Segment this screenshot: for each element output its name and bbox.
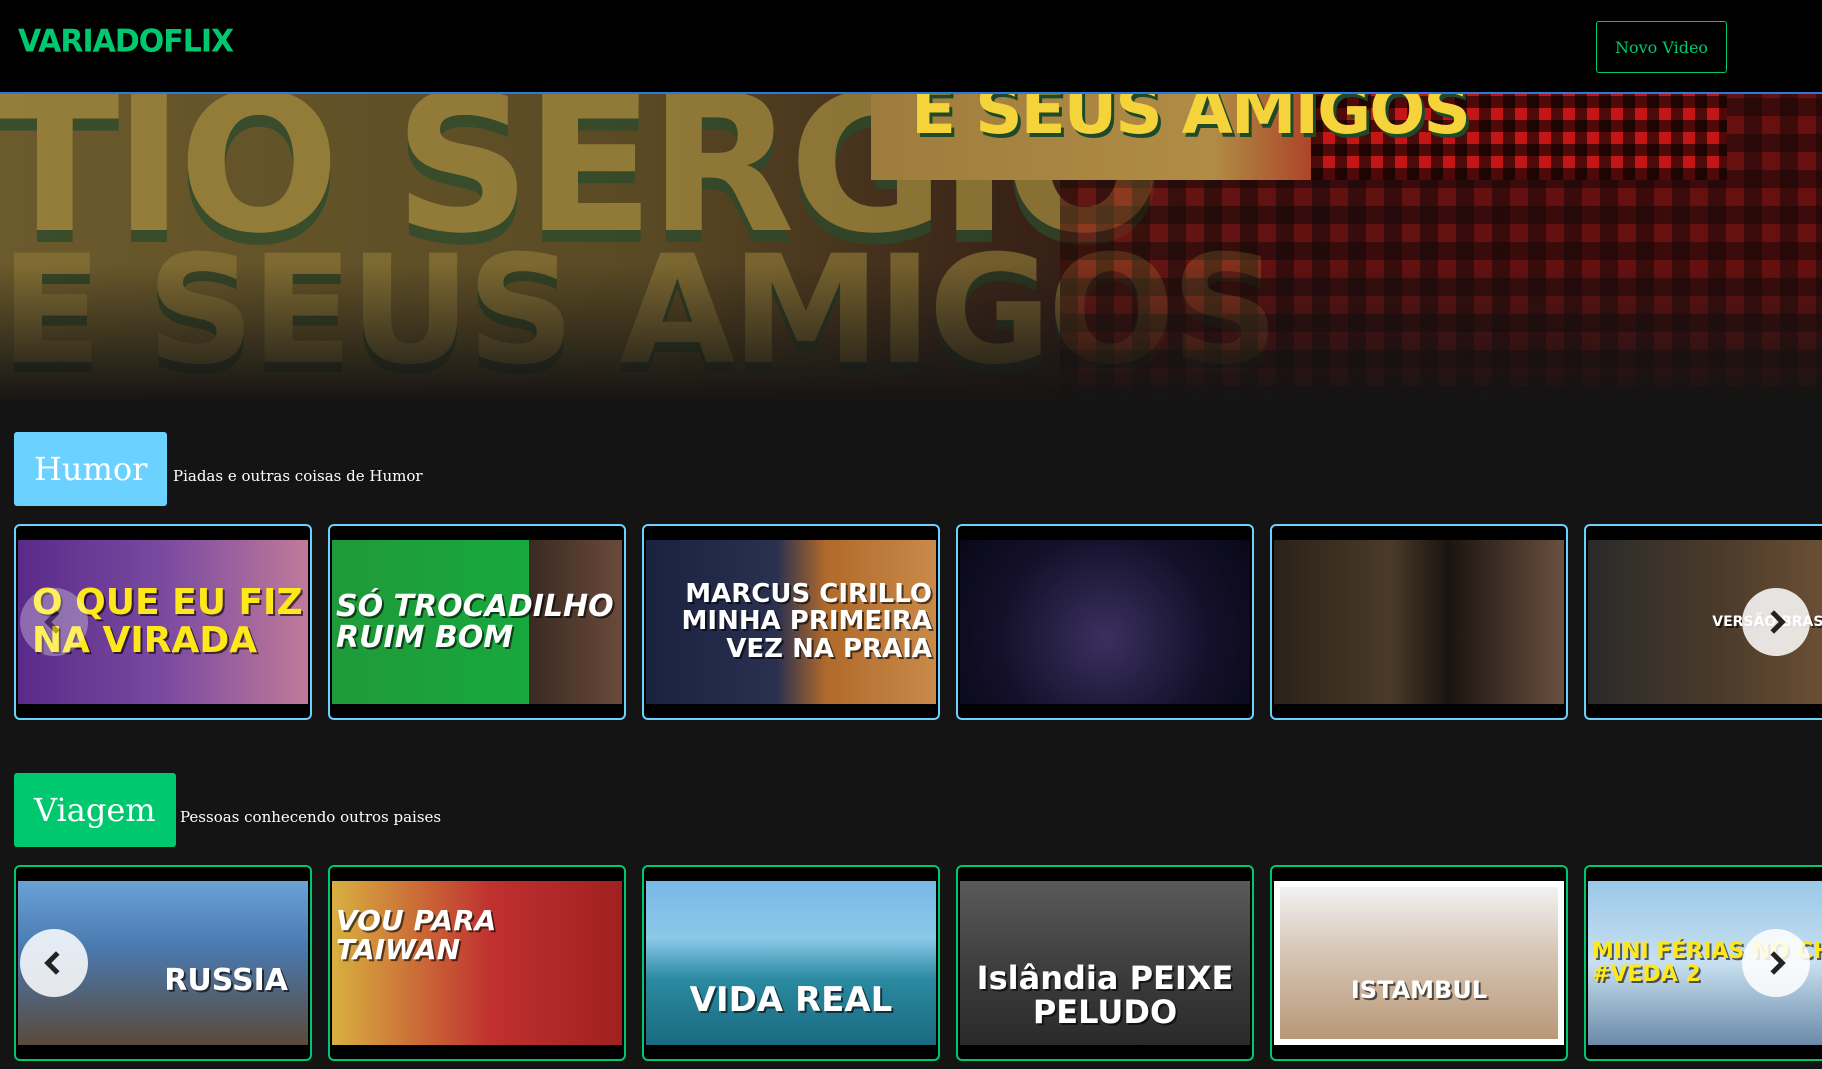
chevron-left-icon [44, 610, 60, 634]
carousel-prev-button[interactable] [20, 588, 88, 656]
top-header: VARIADOFLIX Novo Video [0, 0, 1822, 94]
carousel-prev-button[interactable] [20, 929, 88, 997]
logo[interactable]: VARIADOFLIX [18, 23, 234, 60]
video-card[interactable] [1270, 524, 1568, 720]
section-title-viagem: Viagem [14, 773, 176, 847]
video-card[interactable]: Islândia PEIXE PELUDO [956, 865, 1254, 1061]
video-card[interactable]: VIDA REAL [642, 865, 940, 1061]
video-card[interactable]: ISTAMBUL [1270, 865, 1568, 1061]
banner-fade [0, 264, 1822, 404]
banner-video-thumbnail[interactable]: E SEUS AMIGOS [871, 94, 1727, 180]
chevron-right-icon [1770, 951, 1786, 975]
chevron-right-icon [1770, 610, 1786, 634]
section-title-humor: Humor [14, 432, 168, 506]
thumbnail-title: E SEUS AMIGOS [911, 94, 1471, 149]
humor-carousel: O QUE EU FIZ NA VIRADA SÓ TROCADILHO RUI… [14, 524, 1822, 720]
new-video-button[interactable]: Novo Video [1596, 21, 1727, 73]
video-card[interactable] [956, 524, 1254, 720]
video-card[interactable]: MARCUS CIRILLO MINHA PRIMEIRA VEZ NA PRA… [642, 524, 940, 720]
video-card[interactable]: VOU PARA TAIWAN [328, 865, 626, 1061]
video-card[interactable]: SÓ TROCADILHO RUIM BOM [328, 524, 626, 720]
chevron-left-icon [44, 951, 60, 975]
carousel-next-button[interactable] [1742, 929, 1810, 997]
viagem-carousel: RUSSIA VOU PARA TAIWAN VIDA REAL Islândi… [14, 865, 1822, 1061]
hero-banner: TIO SERGIO E SEUS AMIGOS E SEUS AMIGOS [0, 94, 1822, 404]
section-description-humor: Piadas e outras coisas de Humor [173, 467, 423, 485]
carousel-next-button[interactable] [1742, 588, 1810, 656]
section-description-viagem: Pessoas conhecendo outros paises [180, 808, 442, 826]
